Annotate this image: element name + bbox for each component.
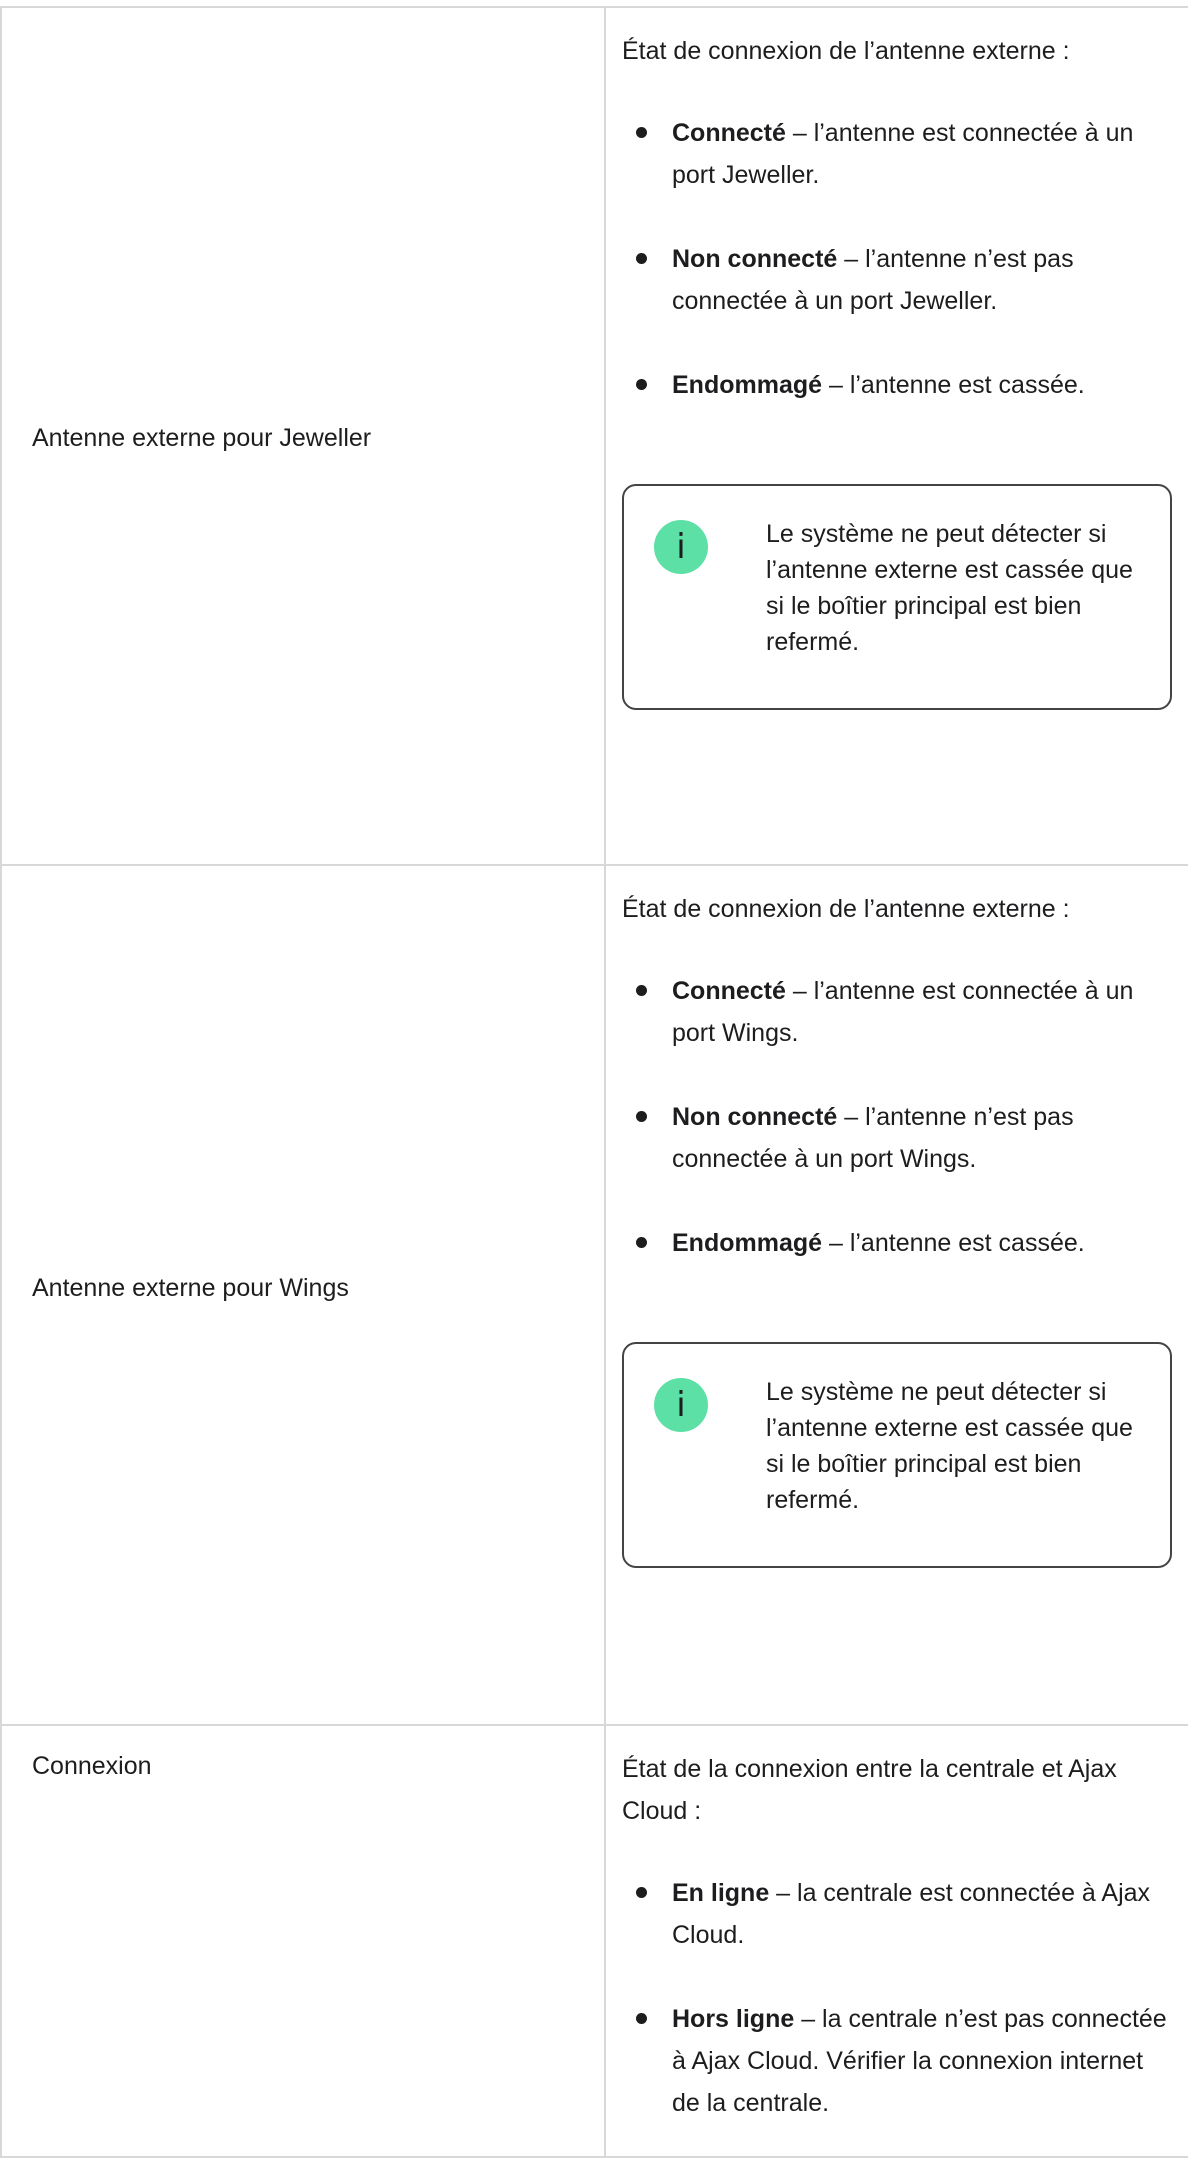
info-note-text: Le système ne peut détecter si l’antenne… [766,1378,1133,1514]
bullet-icon [636,1237,647,1248]
list-item: Endommagé – l’antenne est cassée. [622,364,1172,406]
list-item: En ligne – la centrale est connectée à A… [622,1872,1172,1956]
info-note: i Le système ne peut détecter si l’anten… [622,1342,1172,1568]
info-icon: i [654,520,708,574]
bullet-icon [636,2013,647,2024]
list-item: Hors ligne – la centrale n’est pas conne… [622,1998,1172,2124]
state-term: En ligne [672,1879,770,1907]
bullet-icon [636,379,647,390]
state-list: En ligne – la centrale est connectée à A… [622,1872,1188,2124]
description-intro: État de connexion de l’antenne externe : [622,37,1070,65]
state-list: Connecté – l’antenne est connectée à un … [622,970,1188,1264]
description-intro: État de la connexion entre la centrale e… [622,1755,1117,1825]
row-label: Antenne externe pour Jeweller [32,424,372,452]
list-item: Endommagé – l’antenne est cassée. [622,1222,1172,1264]
info-note: i Le système ne peut détecter si l’anten… [622,484,1172,710]
row-label-cell: Connexion [0,1726,606,2156]
list-item: Connecté – l’antenne est connectée à un … [622,112,1172,196]
state-term: Endommagé [672,371,823,399]
bullet-icon [636,253,647,264]
state-list: Connecté – l’antenne est connectée à un … [622,112,1188,406]
row-label: Antenne externe pour Wings [32,1274,349,1302]
table-row: Antenne externe pour Jeweller État de co… [0,8,1188,866]
state-description: – l’antenne est cassée. [822,371,1085,399]
bullet-icon [636,1111,647,1122]
bullet-icon [636,985,647,996]
description-intro: État de connexion de l’antenne externe : [622,895,1070,923]
info-note-text: Le système ne peut détecter si l’antenne… [766,520,1133,656]
state-description: – l’antenne est cassée. [822,1229,1085,1257]
settings-table: Antenne externe pour Jeweller État de co… [0,6,1188,2158]
list-item: Non connecté – l’antenne n’est pas conne… [622,238,1172,322]
state-term: Connecté [672,119,786,147]
row-description-cell: État de connexion de l’antenne externe :… [606,8,1188,864]
list-item: Non connecté – l’antenne n’est pas conne… [622,1096,1172,1180]
state-term: Connecté [672,977,786,1005]
row-description-cell: État de connexion de l’antenne externe :… [606,866,1188,1724]
info-icon: i [654,1378,708,1432]
row-label: Connexion [32,1752,152,1780]
table-row: Antenne externe pour Wings État de conne… [0,866,1188,1726]
bullet-icon [636,127,647,138]
row-label-cell: Antenne externe pour Wings [0,866,606,1724]
list-item: Connecté – l’antenne est connectée à un … [622,970,1172,1054]
bullet-icon [636,1887,647,1898]
state-term: Endommagé [672,1229,823,1257]
table-row: Connexion État de la connexion entre la … [0,1726,1188,2158]
row-label-cell: Antenne externe pour Jeweller [0,8,606,864]
state-term: Non connecté [672,245,838,273]
state-term: Hors ligne [672,2005,795,2033]
state-term: Non connecté [672,1103,838,1131]
row-description-cell: État de la connexion entre la centrale e… [606,1726,1188,2156]
